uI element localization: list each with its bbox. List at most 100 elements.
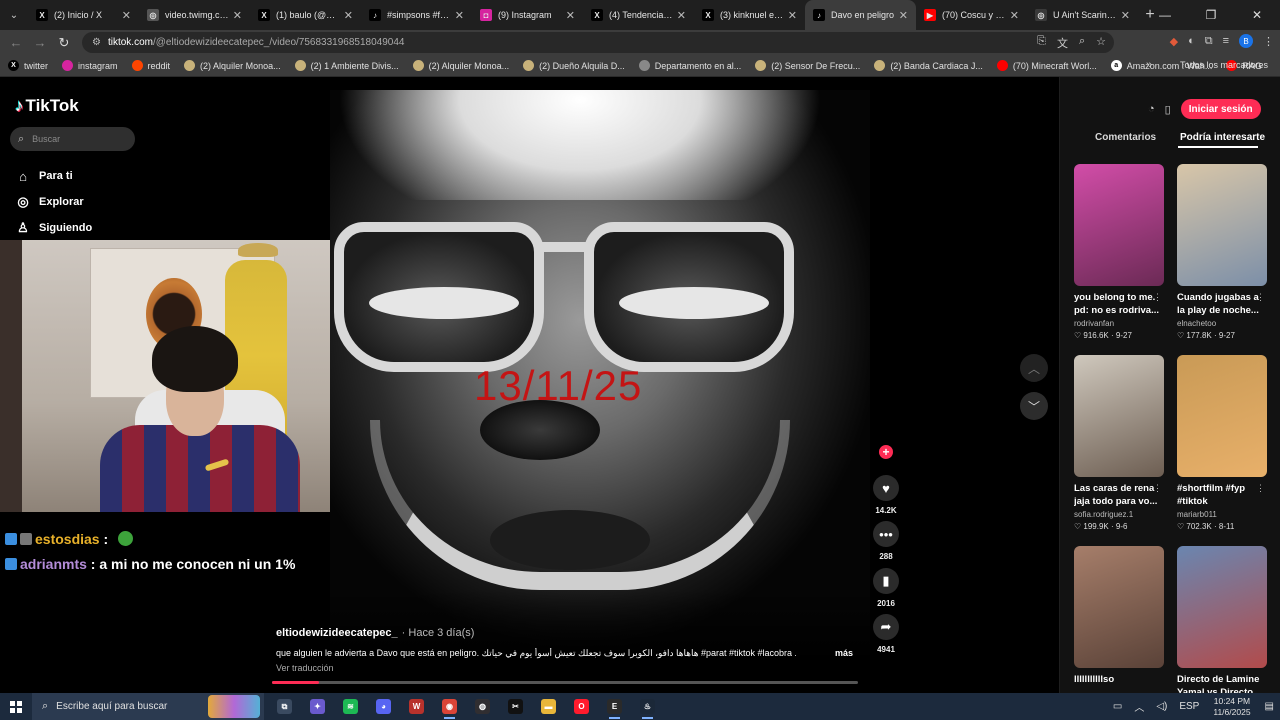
taskbar-chrome[interactable]: ◉ bbox=[433, 693, 466, 720]
heart-icon[interactable]: ♥ bbox=[873, 475, 899, 501]
video-progress-bar[interactable] bbox=[272, 681, 858, 684]
browser-tab[interactable]: ▶ (70) Coscu y la sec ✕ bbox=[916, 0, 1027, 30]
taskbar-explorer[interactable]: ▬ bbox=[532, 693, 565, 720]
display-icon[interactable]: ▭ bbox=[1113, 701, 1122, 712]
video-thumbnail[interactable] bbox=[1074, 355, 1164, 477]
menu-kebab-icon[interactable]: ⋮ bbox=[1263, 35, 1274, 48]
close-tab-icon[interactable]: ✕ bbox=[677, 9, 686, 22]
browser-tab[interactable]: ♪ Davo en peligro ✕ bbox=[805, 0, 916, 30]
taskbar-copilot[interactable]: ✦ bbox=[301, 693, 334, 720]
browser-tab[interactable]: X (1) baulo (@bautista ✕ bbox=[250, 0, 361, 30]
profile-avatar[interactable]: B bbox=[1239, 34, 1253, 48]
back-button[interactable]: ← bbox=[4, 35, 28, 50]
site-info-icon[interactable]: ⚙ bbox=[92, 37, 101, 48]
bookmark-item[interactable]: (2) Banda Cardiaca J... bbox=[874, 60, 983, 71]
install-app-icon[interactable]: ⎘ bbox=[1037, 35, 1046, 51]
browser-tab[interactable]: X (4) Tendencias en ✕ bbox=[583, 0, 694, 30]
bookmark-item[interactable]: Departamento en al... bbox=[638, 60, 741, 71]
recommended-video-card[interactable]: you belong to me. pd: no es rodriva... ⋮ r… bbox=[1074, 164, 1164, 340]
reload-button[interactable]: ↻ bbox=[52, 35, 76, 51]
start-button[interactable] bbox=[0, 693, 32, 720]
browser-tab[interactable]: ◎ U Ain't Scaring N ✕ bbox=[1027, 0, 1138, 30]
taskbar-search[interactable]: ⌕ Escribe aquí para buscar bbox=[32, 693, 264, 720]
taskbar-epic[interactable]: E bbox=[598, 693, 631, 720]
tab-search-chevron-icon[interactable]: ⌄ bbox=[0, 0, 28, 30]
translate-icon[interactable]: 文 bbox=[1057, 35, 1068, 51]
browser-tab[interactable]: X (2) Inicio / X ✕ bbox=[28, 0, 139, 30]
close-tab-icon[interactable]: ✕ bbox=[899, 9, 908, 22]
video-player[interactable]: 13/11/25 bbox=[330, 90, 870, 693]
video-thumbnail[interactable] bbox=[1074, 164, 1164, 286]
bookmark-item[interactable]: instagram bbox=[62, 60, 118, 71]
video-author[interactable]: elnachetoo bbox=[1177, 319, 1267, 328]
like-action[interactable]: ♥ 14.2K bbox=[872, 475, 900, 515]
next-video-button[interactable]: ﹀ bbox=[1020, 392, 1048, 420]
notifications-icon[interactable]: ▤ bbox=[1265, 701, 1274, 712]
browser-tab[interactable]: ◎ video.twimg.com ✕ bbox=[139, 0, 250, 30]
tiktok-logo[interactable]: ♪ TikTok bbox=[15, 96, 79, 116]
close-tab-icon[interactable]: ✕ bbox=[1121, 9, 1130, 22]
sidebar-item[interactable]: ♙ Siguiendo bbox=[15, 215, 92, 241]
bookmark-item[interactable]: (2) Sensor De Frecu... bbox=[755, 60, 860, 71]
share-action[interactable]: ➦ 4941 bbox=[872, 614, 900, 654]
forward-button[interactable]: → bbox=[28, 35, 52, 50]
more-options-icon[interactable]: ⋮ bbox=[1153, 292, 1162, 303]
close-tab-icon[interactable]: ✕ bbox=[122, 9, 131, 22]
close-tab-icon[interactable]: ✕ bbox=[233, 9, 242, 22]
browser-tab[interactable]: ♪ #simpsons #fortnite ✕ bbox=[361, 0, 472, 30]
bookmark-item[interactable]: (2) Dueño Alquila D... bbox=[523, 60, 625, 71]
previous-video-button[interactable]: ︿ bbox=[1020, 354, 1048, 382]
more-options-icon[interactable]: ⋮ bbox=[1256, 483, 1265, 494]
comment-action[interactable]: ••• 288 bbox=[872, 521, 900, 561]
star-bookmark-icon[interactable]: ☆ bbox=[1096, 35, 1106, 51]
bookmark-item[interactable]: (2) Alquiler Monoa... bbox=[184, 60, 281, 71]
search-input[interactable]: ⌕ Buscar bbox=[10, 127, 135, 151]
video-title[interactable]: #shortfilm #fyp #tiktok bbox=[1177, 482, 1267, 508]
extensions-puzzle-icon[interactable]: ⧉ bbox=[1205, 35, 1213, 48]
taskbar-steam[interactable]: ♨ bbox=[631, 693, 664, 720]
sidebar-item[interactable]: ⌂ Para ti bbox=[15, 163, 92, 189]
bookmark-item[interactable]: (2) 1 Ambiente Divis... bbox=[294, 60, 399, 71]
taskbar-discord[interactable]: ◕ bbox=[367, 693, 400, 720]
video-thumbnail[interactable] bbox=[1177, 355, 1267, 477]
zoom-icon[interactable]: ⌕ bbox=[1079, 35, 1085, 51]
video-thumbnail[interactable] bbox=[1177, 164, 1267, 286]
extension-icon[interactable]: ◐ bbox=[1188, 35, 1195, 47]
save-action[interactable]: ▮ 2016 bbox=[872, 568, 900, 608]
video-title[interactable]: Cuando jugabas a la play de noche... bbox=[1177, 291, 1267, 317]
taskbar-obs[interactable]: ◍ bbox=[466, 693, 499, 720]
video-thumbnail[interactable] bbox=[1074, 546, 1164, 668]
video-title[interactable]: you belong to me. pd: no es rodriva... bbox=[1074, 291, 1164, 317]
recommended-video-card[interactable]: Cuando jugabas a la play de noche... ⋮ eln… bbox=[1177, 164, 1267, 340]
follow-plus-button[interactable]: + bbox=[879, 445, 893, 459]
bookmark-item[interactable]: reddit bbox=[131, 60, 170, 71]
browser-tab[interactable]: X (3) kinknuel en X ✕ bbox=[694, 0, 805, 30]
recommended-video-card[interactable]: Las caras de rena jaja todo para vo... ⋮ s… bbox=[1074, 355, 1164, 531]
taskbar-capcut[interactable]: ✂ bbox=[499, 693, 532, 720]
recommended-video-card[interactable]: #shortfilm #fyp #tiktok ⋮ mariarb011 ♡ 702.… bbox=[1177, 355, 1267, 531]
bookmark-icon[interactable]: ▮ bbox=[873, 568, 899, 594]
video-title[interactable]: Las caras de rena jaja todo para vo... bbox=[1074, 482, 1164, 508]
taskbar-opera[interactable]: O bbox=[565, 693, 598, 720]
phone-icon[interactable]: ▯ bbox=[1165, 103, 1171, 116]
bookmark-item[interactable]: (70) Minecraft Worl... bbox=[996, 60, 1097, 71]
comment-icon[interactable]: ••• bbox=[873, 521, 899, 547]
address-bar[interactable]: ⚙ tiktok.com/@eltiodewizideecatepec_/vid… bbox=[82, 32, 1114, 53]
minimize-button[interactable]: — bbox=[1142, 0, 1188, 30]
bookmark-item[interactable]: Xtwitter bbox=[8, 60, 48, 71]
close-tab-icon[interactable]: ✕ bbox=[344, 9, 353, 22]
taskbar-spotify[interactable]: ≋ bbox=[334, 693, 367, 720]
author-name[interactable]: eltiodewizideecatepec_ bbox=[276, 627, 398, 639]
browser-tab[interactable]: ◘ (9) Instagram ✕ bbox=[472, 0, 583, 30]
sidebar-item[interactable]: ◎ Explorar bbox=[15, 189, 92, 215]
volume-icon[interactable]: ◁) bbox=[1156, 701, 1167, 712]
close-tab-icon[interactable]: ✕ bbox=[1010, 9, 1019, 22]
language-indicator[interactable]: ESP bbox=[1179, 701, 1199, 712]
more-options-icon[interactable]: ⋮ bbox=[1256, 292, 1265, 303]
share-icon[interactable]: ➦ bbox=[873, 614, 899, 640]
video-author[interactable]: sofia.rodriguez.1 bbox=[1074, 510, 1164, 519]
restore-button[interactable]: ❐ bbox=[1188, 0, 1234, 30]
video-author[interactable]: rodrivanfan bbox=[1074, 319, 1164, 328]
recommended-video-card[interactable]: Directo de Lamine Yamal vs Directo... bbox=[1177, 546, 1267, 699]
video-author[interactable]: mariarb011 bbox=[1177, 510, 1267, 519]
